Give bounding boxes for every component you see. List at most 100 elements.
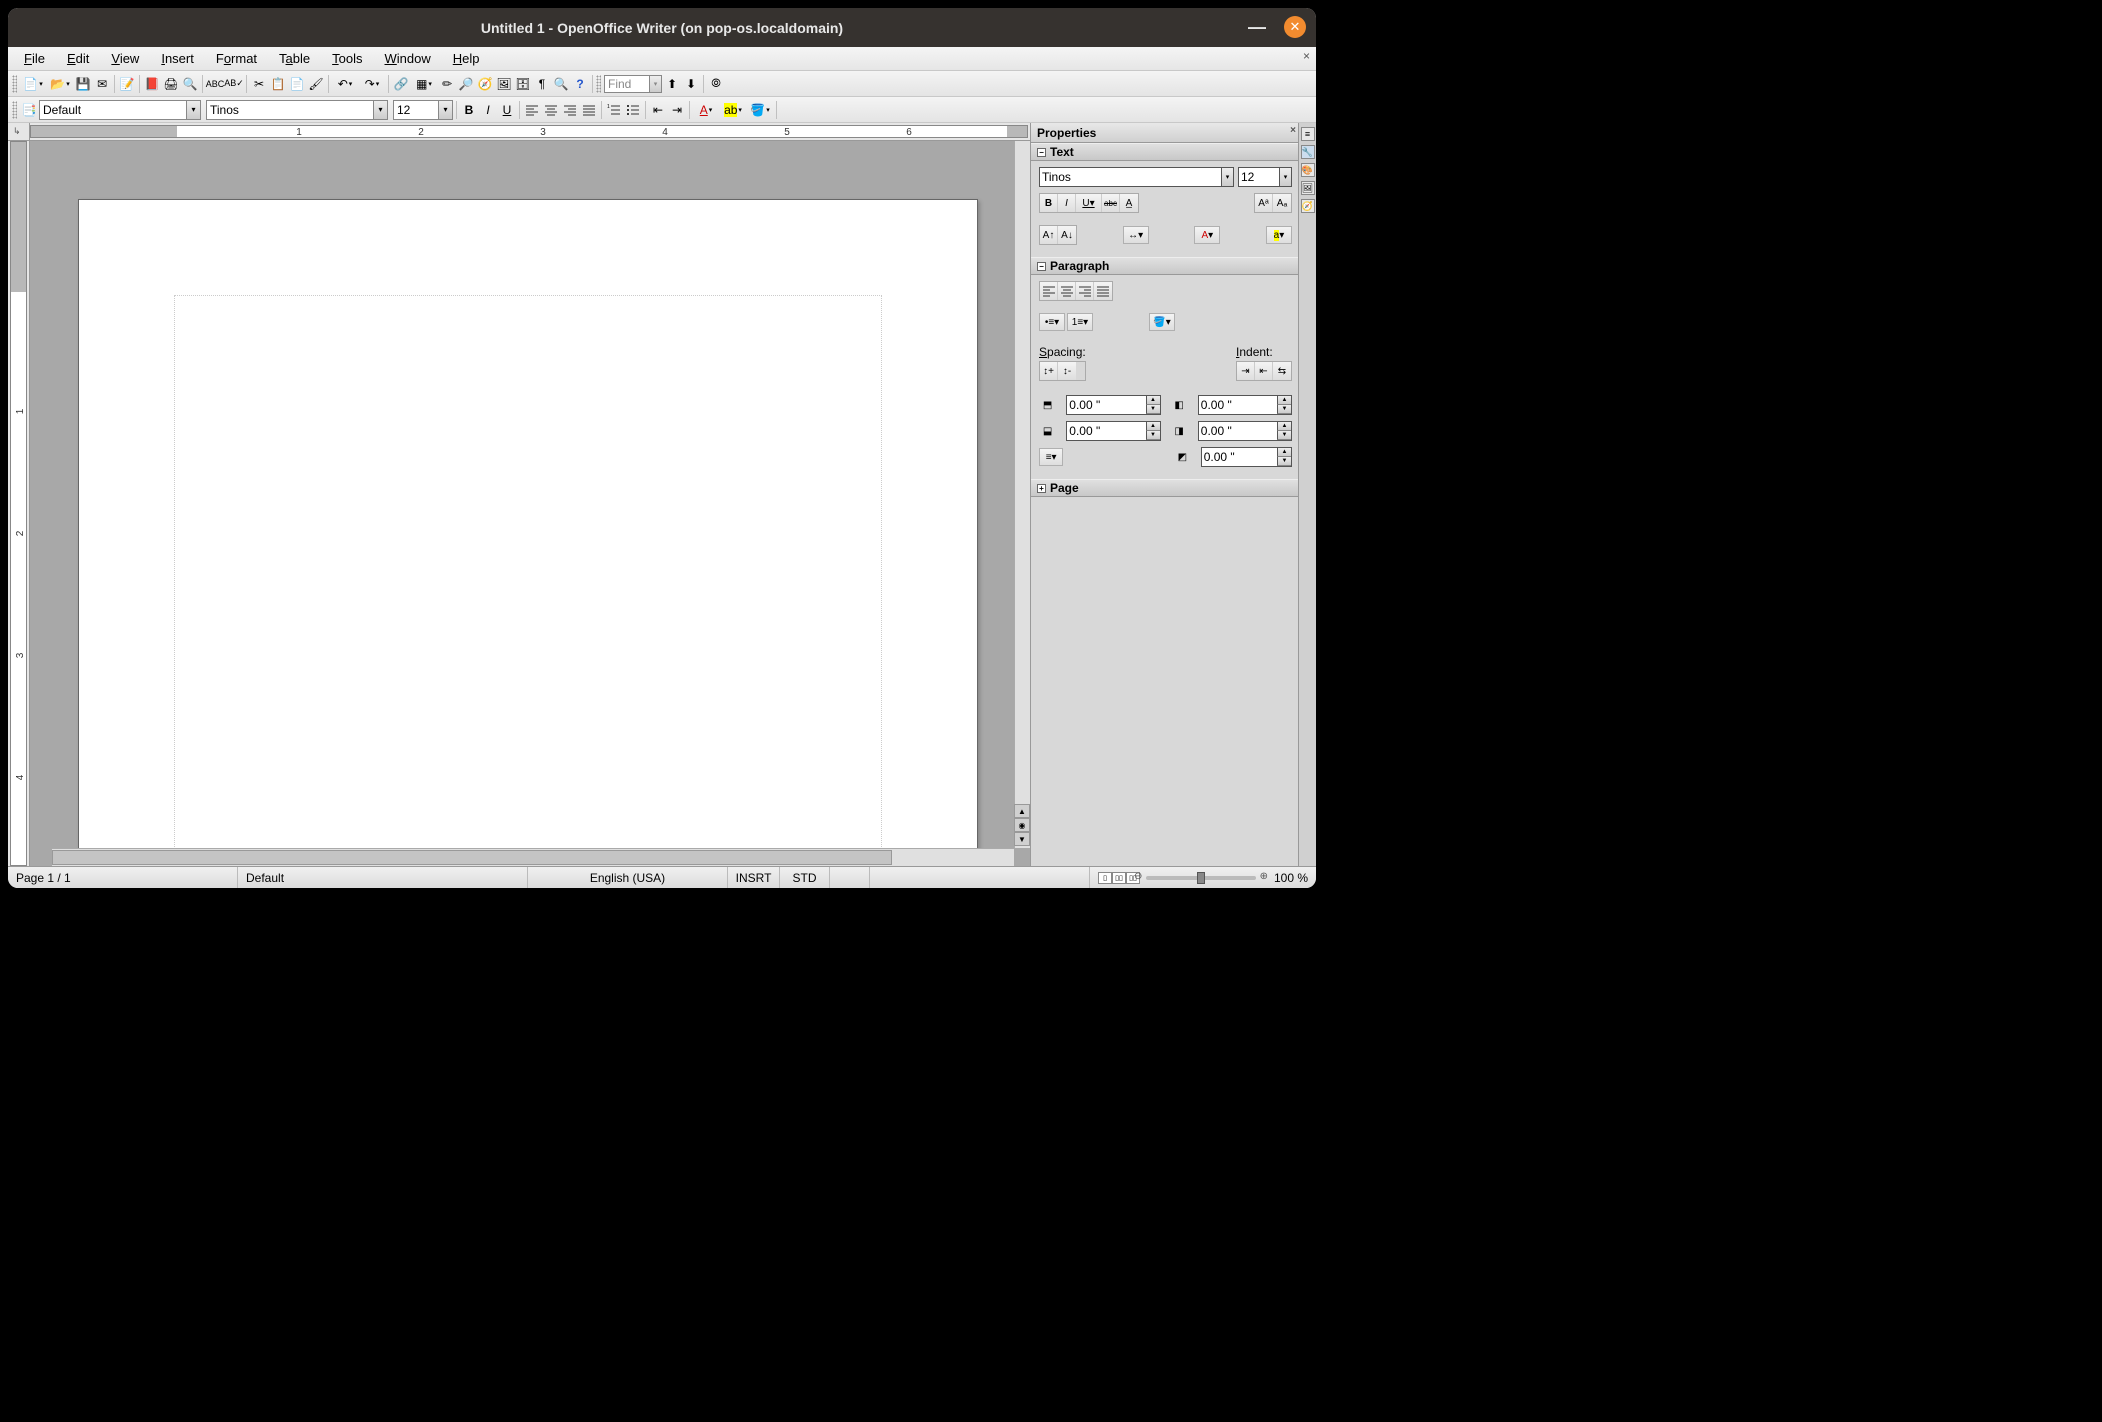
format-toolbar-grip[interactable] [12, 101, 17, 119]
underline-button[interactable]: U [498, 101, 516, 119]
menu-window[interactable]: Window [375, 49, 441, 68]
sidebar-superscript-button[interactable]: Aᵃ [1255, 194, 1273, 212]
paragraph-panel-header[interactable]: − Paragraph ⋯ [1031, 257, 1316, 275]
spacing-increase-button[interactable]: ↕+ [1040, 362, 1058, 380]
sidebar-tab-properties-icon[interactable]: 🔧 [1301, 145, 1315, 159]
sidebar-spacing-button[interactable]: ↔▾ [1123, 226, 1149, 244]
menu-edit[interactable]: Edit [57, 49, 99, 68]
para-align-left-button[interactable] [1040, 282, 1058, 300]
spellcheck-button[interactable]: ABC [206, 75, 224, 93]
status-style[interactable]: Default [238, 867, 528, 888]
zoom-button[interactable]: 🔍 [552, 75, 570, 93]
menu-file[interactable]: File [14, 49, 55, 68]
sidebar-fontcolor-button[interactable]: A▾ [1194, 226, 1220, 244]
gallery-button[interactable]: 🖼 [495, 75, 513, 93]
zoom-out-icon[interactable]: ⊖ [1134, 871, 1142, 882]
paragraph-collapse-icon[interactable]: − [1037, 262, 1046, 271]
minimize-button[interactable]: — [1248, 17, 1266, 38]
font-name-combo[interactable]: ▾ [206, 100, 388, 120]
spacing-above-input[interactable]: 0.00 " ▲▼ [1066, 395, 1160, 415]
indent-after-input[interactable]: 0.00 " ▲▼ [1198, 421, 1292, 441]
bulleted-list-button[interactable] [624, 101, 642, 119]
align-left-button[interactable] [523, 101, 541, 119]
sidebar-increase-font-button[interactable]: A↑ [1040, 226, 1058, 244]
edit-file-button[interactable]: 📝 [118, 75, 136, 93]
table-button[interactable]: ▦ [411, 75, 437, 93]
close-button[interactable]: ✕ [1284, 16, 1306, 38]
format-paintbrush-button[interactable]: 🖌 [307, 75, 325, 93]
increase-indent-button[interactable]: ⇥ [668, 101, 686, 119]
vertical-ruler[interactable]: 1 2 3 4 [8, 141, 30, 866]
bold-button[interactable]: B [460, 101, 478, 119]
find-replace-button[interactable]: 🔎 [457, 75, 475, 93]
view-single-page-icon[interactable]: ▯ [1098, 872, 1112, 884]
para-align-center-button[interactable] [1058, 282, 1076, 300]
paragraph-style-combo[interactable]: ▾ [39, 100, 201, 120]
horizontal-scrollbar[interactable] [52, 848, 1014, 866]
status-insert-mode[interactable]: INSRT [728, 867, 780, 888]
find-next-button[interactable]: ⬇ [682, 75, 700, 93]
redo-button[interactable]: ↷ [359, 75, 385, 93]
status-language[interactable]: English (USA) [528, 867, 728, 888]
align-center-button[interactable] [542, 101, 560, 119]
view-multi-page-icon[interactable]: ▯▯ [1112, 872, 1126, 884]
para-align-right-button[interactable] [1076, 282, 1094, 300]
help-button[interactable]: ? [571, 75, 589, 93]
sidebar-tab-navigator-icon[interactable]: 🧭 [1301, 199, 1315, 213]
text-collapse-icon[interactable]: − [1037, 148, 1046, 157]
find-toolbar-grip[interactable] [596, 75, 601, 93]
document-canvas[interactable]: ▲ ◉ ▼ [30, 141, 1030, 866]
font-name-input[interactable] [210, 103, 384, 117]
nav-select-button[interactable]: ◉ [1014, 818, 1030, 832]
nav-prev-page-button[interactable]: ▲ [1014, 804, 1030, 818]
export-pdf-button[interactable]: 📕 [143, 75, 161, 93]
zoom-in-icon[interactable]: ⊕ [1260, 871, 1268, 882]
data-sources-button[interactable]: 🗄 [514, 75, 532, 93]
status-selection-mode[interactable]: STD [780, 867, 830, 888]
page-panel-header[interactable]: + Page ⋯ [1031, 479, 1316, 497]
nonprinting-chars-button[interactable]: ¶ [533, 75, 551, 93]
page-expand-icon[interactable]: + [1037, 484, 1046, 493]
indent-hanging-button[interactable]: ⇆ [1273, 362, 1291, 380]
find-input[interactable]: Find ▾ [604, 75, 662, 93]
sidebar-fontsize-combo[interactable]: 12 ▾ [1238, 167, 1292, 187]
decrease-indent-button[interactable]: ⇤ [649, 101, 667, 119]
save-button[interactable]: 💾 [74, 75, 92, 93]
paragraph-style-input[interactable] [43, 103, 197, 117]
sidebar-font-combo[interactable]: Tinos ▾ [1039, 167, 1234, 187]
menu-insert[interactable]: Insert [151, 49, 204, 68]
para-numbering-button[interactable]: 1≡▾ [1067, 313, 1093, 331]
find-all-button[interactable]: ⦾ [707, 75, 725, 93]
background-color-button[interactable]: 🪣 [747, 101, 773, 119]
print-button[interactable]: 🖨 [162, 75, 180, 93]
text-area[interactable] [174, 295, 882, 866]
paste-button[interactable]: 📄 [288, 75, 306, 93]
para-bgcolor-button[interactable]: 🪣▾ [1149, 313, 1175, 331]
sidebar-close-icon[interactable]: × [1290, 125, 1296, 136]
print-preview-button[interactable]: 🔍 [181, 75, 199, 93]
align-right-button[interactable] [561, 101, 579, 119]
indent-before-input[interactable]: 0.00 " ▲▼ [1198, 395, 1292, 415]
sidebar-shadow-button[interactable]: A̲ [1120, 194, 1138, 212]
page[interactable] [78, 199, 978, 866]
status-signature[interactable] [830, 867, 870, 888]
sidebar-strike-button[interactable]: abc [1102, 194, 1120, 212]
sidebar-italic-button[interactable]: I [1058, 194, 1076, 212]
sidebar-decrease-font-button[interactable]: A↓ [1058, 226, 1076, 244]
navigator-button[interactable]: 🧭 [476, 75, 494, 93]
vertical-scrollbar[interactable] [1014, 141, 1030, 848]
sidebar-subscript-button[interactable]: Aₐ [1273, 194, 1291, 212]
highlight-button[interactable]: ab [720, 101, 746, 119]
document-close-icon[interactable]: × [1303, 49, 1310, 63]
sidebar-tab-menu-icon[interactable]: ≡ [1301, 127, 1315, 141]
sidebar-highlight-button[interactable]: a▾ [1266, 226, 1292, 244]
undo-button[interactable]: ↶ [332, 75, 358, 93]
sidebar-tab-styles-icon[interactable]: 🎨 [1301, 163, 1315, 177]
spacing-decrease-button[interactable]: ↕- [1058, 362, 1076, 380]
sidebar-bold-button[interactable]: B [1040, 194, 1058, 212]
indent-decrease-button[interactable]: ⇤ [1255, 362, 1273, 380]
menu-format[interactable]: Format [206, 49, 267, 68]
horizontal-ruler[interactable]: 1 2 3 4 5 6 [8, 123, 1030, 141]
indent-first-input[interactable]: 0.00 " ▲▼ [1201, 447, 1292, 467]
sidebar-tab-gallery-icon[interactable]: 🖼 [1301, 181, 1315, 195]
